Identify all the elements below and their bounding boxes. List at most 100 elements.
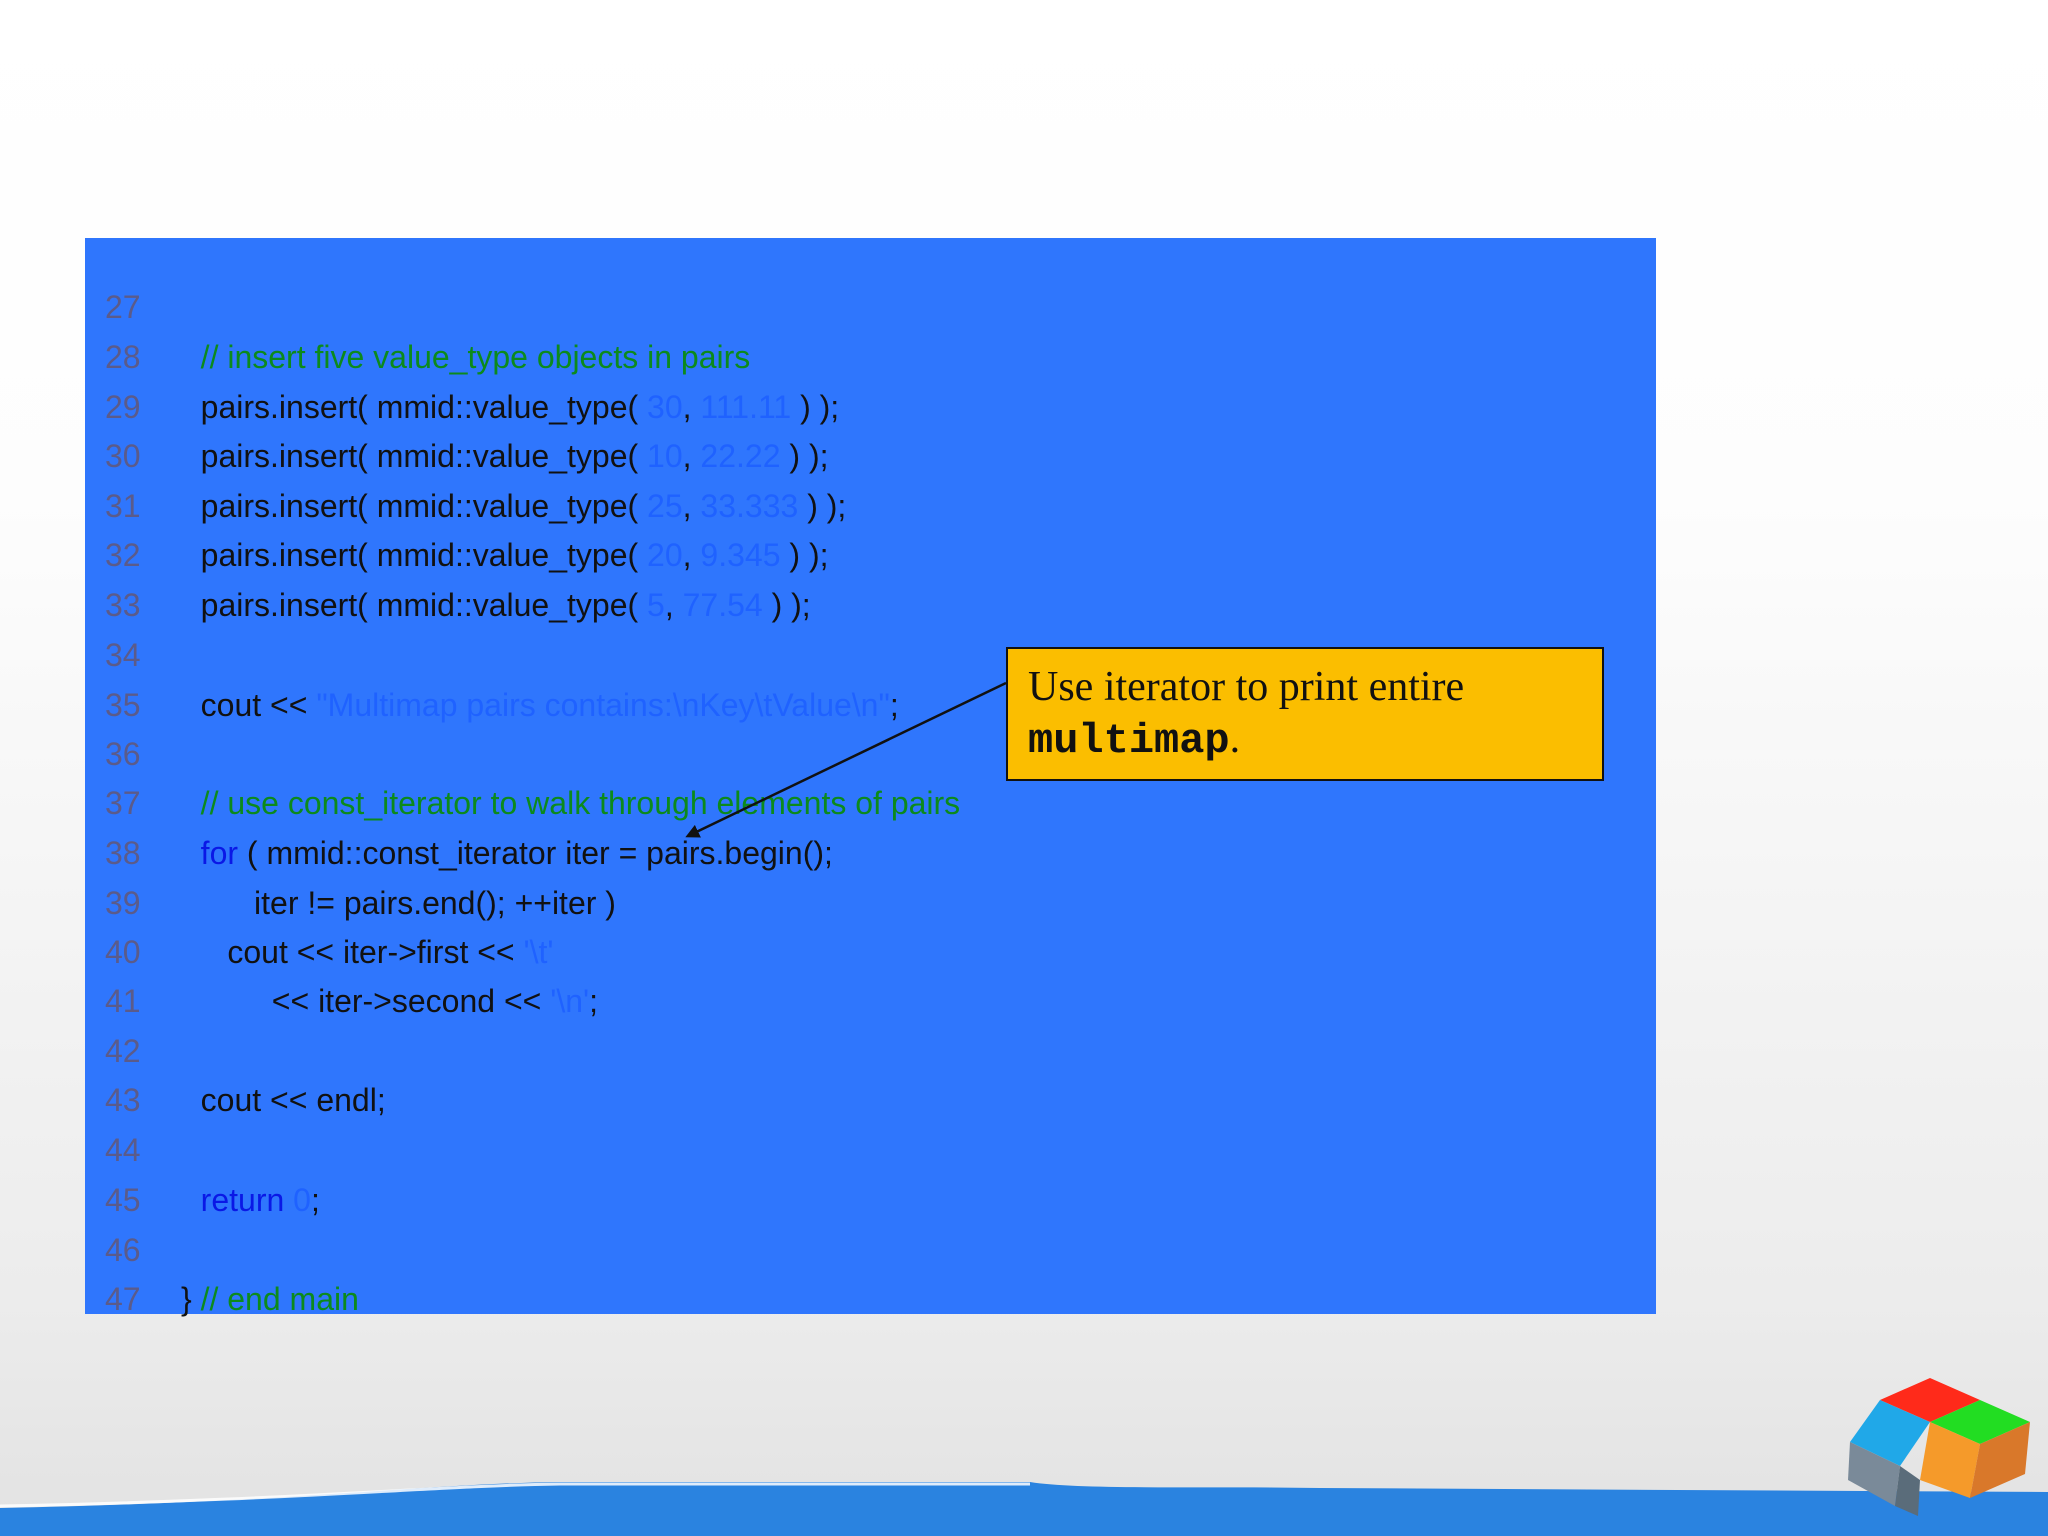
code-token-comment: // insert five value_type objects in pai… (174, 339, 751, 375)
line-number: 46 (105, 1232, 141, 1268)
code-token-plain: << iter->second << (174, 983, 551, 1019)
code-token-keyword: for (200, 835, 239, 871)
code-line: 44 (85, 1126, 1656, 1175)
callout-text-prefix: Use iterator to print entire (1028, 664, 1465, 710)
line-number: 37 (105, 785, 141, 821)
code-token-plain: cout << (174, 687, 317, 723)
code-line: 30 pairs.insert( mmid::value_type( 10, 2… (85, 432, 1656, 481)
line-number: 42 (105, 1033, 141, 1069)
code-token-plain: pairs.insert( mmid::value_type( (174, 389, 648, 425)
code-token-literal: "Multimap pairs contains:\nKey\tValue\n" (316, 687, 890, 723)
code-line: 45 return 0; (85, 1176, 1656, 1225)
code-token-literal: 77.54 (682, 587, 763, 623)
code-text: pairs.insert( mmid::value_type( 30, 111.… (174, 383, 839, 432)
line-number: 32 (105, 537, 141, 573)
code-token-literal: 22.22 (700, 438, 781, 474)
line-number: 29 (105, 389, 141, 425)
code-line: 28 // insert five value_type objects in … (85, 333, 1656, 382)
code-token-plain: ; (889, 687, 899, 723)
code-token-keyword: return (200, 1182, 285, 1218)
line-number: 41 (105, 983, 141, 1019)
code-text: pairs.insert( mmid::value_type( 20, 9.34… (174, 531, 829, 580)
line-number: 35 (105, 687, 141, 723)
line-number: 30 (105, 438, 141, 474)
code-text: } // end main (181, 1275, 359, 1324)
code-token-plain: ; (310, 1182, 320, 1218)
line-number: 39 (105, 885, 141, 921)
line-number: 45 (105, 1182, 141, 1218)
code-line: 46 (85, 1226, 1656, 1275)
code-line: 33 pairs.insert( mmid::value_type( 5, 77… (85, 581, 1656, 630)
code-line: 39 iter != pairs.end(); ++iter ) (85, 879, 1656, 928)
code-token-plain: ( mmid::const_iterator iter = pairs.begi… (238, 835, 833, 871)
code-line: 31 pairs.insert( mmid::value_type( 25, 3… (85, 482, 1656, 531)
line-number: 33 (105, 587, 141, 623)
code-token-plain: pairs.insert( mmid::value_type( (174, 438, 648, 474)
code-token-plain: } (181, 1281, 201, 1317)
code-text: // use const_iterator to walk through el… (174, 779, 961, 828)
code-token-plain: pairs.insert( mmid::value_type( (174, 587, 648, 623)
code-text: iter != pairs.end(); ++iter ) (174, 879, 616, 928)
code-line: 37 // use const_iterator to walk through… (85, 779, 1656, 828)
code-token-plain: ) ); (780, 537, 829, 573)
code-line: 29 pairs.insert( mmid::value_type( 30, 1… (85, 383, 1656, 432)
line-number: 47 (105, 1281, 141, 1317)
code-token-comment: // use const_iterator to walk through el… (174, 785, 961, 821)
line-number: 36 (105, 736, 141, 772)
line-number: 40 (105, 934, 141, 970)
code-line: 32 pairs.insert( mmid::value_type( 20, 9… (85, 531, 1656, 580)
code-token-literal: '\n' (550, 983, 590, 1019)
code-token-plain: , (682, 438, 701, 474)
code-token-plain: , (664, 587, 683, 623)
line-number: 27 (105, 289, 141, 325)
code-line: 47} // end main (85, 1275, 1656, 1324)
code-text: pairs.insert( mmid::value_type( 5, 77.54… (174, 581, 811, 630)
code-token-plain: ; (589, 983, 598, 1019)
line-number: 38 (105, 835, 141, 871)
code-token-literal: 30 (647, 389, 683, 425)
code-line: 27 (85, 283, 1656, 332)
code-token-plain: , (682, 488, 701, 524)
code-token-plain: ) ); (780, 438, 829, 474)
code-token-literal: 0 (293, 1182, 311, 1218)
code-token-literal: 33.333 (700, 488, 799, 524)
code-text: cout << iter->first << '\t' (174, 928, 553, 977)
line-number: 43 (105, 1082, 141, 1118)
code-token-plain: pairs.insert( mmid::value_type( (174, 488, 648, 524)
code-token-comment: // end main (200, 1281, 359, 1317)
code-line: 38 for ( mmid::const_iterator iter = pai… (85, 829, 1656, 878)
code-text: // insert five value_type objects in pai… (174, 333, 751, 382)
code-text: pairs.insert( mmid::value_type( 10, 22.2… (174, 432, 829, 481)
code-token-literal: 5 (647, 587, 665, 623)
code-token-literal: 111.11 (700, 389, 792, 425)
line-number: 28 (105, 339, 141, 375)
code-token-plain: pairs.insert( mmid::value_type( (174, 537, 648, 573)
code-token-plain: cout << iter->first << (174, 934, 524, 970)
code-token-plain: ) ); (762, 587, 811, 623)
code-token-plain: ) ); (791, 389, 840, 425)
cube-logo-icon (1848, 1378, 2030, 1516)
code-text: for ( mmid::const_iterator iter = pairs.… (174, 829, 833, 878)
line-number: 34 (105, 637, 141, 673)
code-token-literal: 10 (647, 438, 683, 474)
callout-text-suffix: . (1229, 716, 1241, 762)
code-token-literal: 25 (647, 488, 683, 524)
code-line: 41 << iter->second << '\n'; (85, 977, 1656, 1026)
code-text: cout << "Multimap pairs contains:\nKey\t… (174, 681, 899, 730)
code-line: 42 (85, 1027, 1656, 1076)
code-token-plain: , (682, 537, 701, 573)
code-token-plain: cout << endl; (174, 1082, 386, 1118)
code-token-plain: ) ); (798, 488, 847, 524)
code-text: << iter->second << '\n'; (174, 977, 598, 1026)
code-token-plain: , (682, 389, 701, 425)
code-token-literal: 9.345 (700, 537, 781, 573)
code-token-plain: iter != pairs.end(); ++iter ) (174, 885, 616, 921)
code-token-literal: '\t' (523, 934, 554, 970)
code-text: pairs.insert( mmid::value_type( 25, 33.3… (174, 482, 847, 531)
code-text: cout << endl; (174, 1076, 386, 1125)
code-text: return 0; (174, 1176, 320, 1225)
code-line: 40 cout << iter->first << '\t' (85, 928, 1656, 977)
